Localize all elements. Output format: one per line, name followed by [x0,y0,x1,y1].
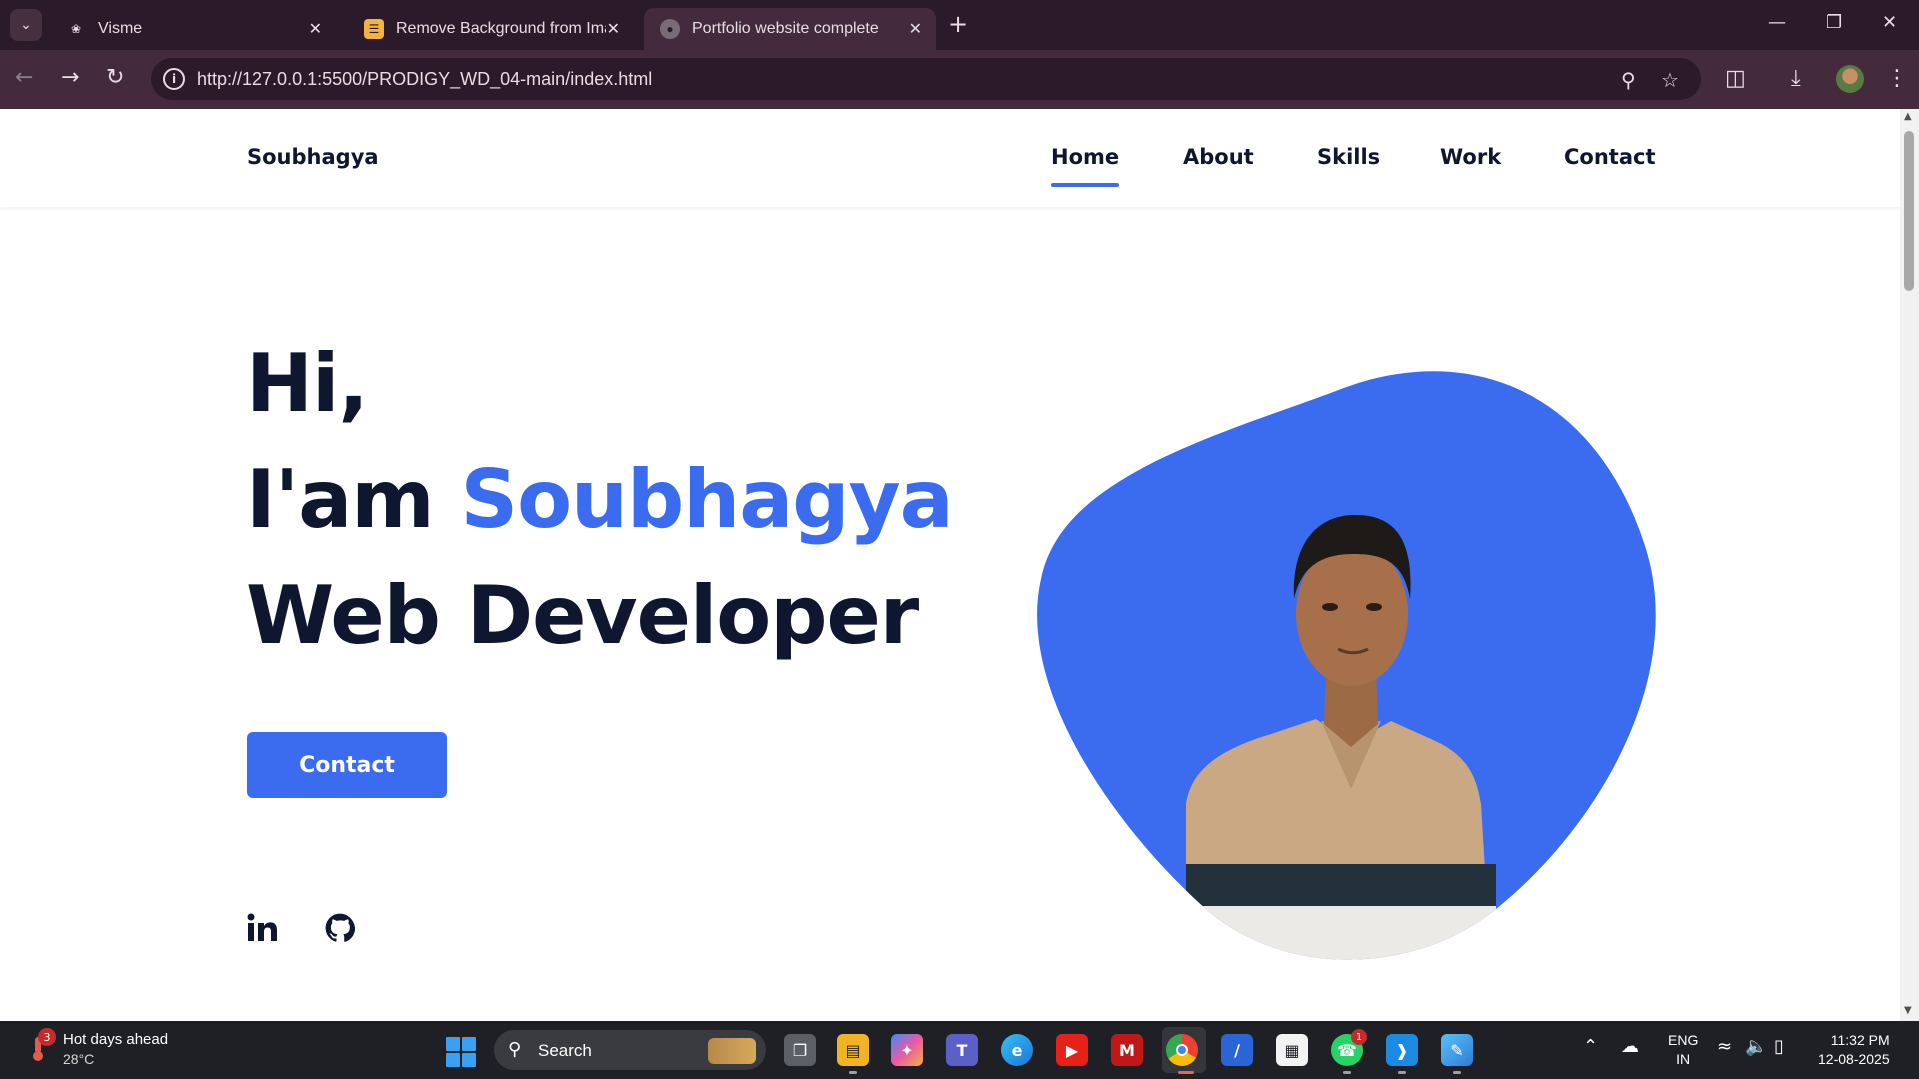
weather-alert-badge: 3 [38,1028,56,1046]
minimize-icon[interactable]: — [1768,12,1786,33]
search-icon: ⚲ [508,1039,522,1060]
contact-button[interactable]: Contact [247,732,447,798]
new-tab-button[interactable]: + [948,12,968,36]
youtube-icon[interactable]: ▶ [1056,1034,1088,1066]
microsoft-store-icon[interactable]: ▦ [1276,1034,1308,1066]
paint-icon[interactable]: ✎ [1441,1034,1473,1066]
close-tab-icon[interactable]: ✕ [607,19,620,39]
hero-greeting: Hi, [246,337,369,430]
edge-icon[interactable]: e [1001,1034,1033,1066]
taskbar-search[interactable]: ⚲ Search [494,1030,766,1070]
task-view-icon[interactable]: ❐ [784,1034,816,1066]
close-tab-icon[interactable]: ✕ [909,19,922,39]
remote-desktop-icon[interactable]: ∕ [1221,1034,1253,1066]
nav-contact[interactable]: Contact [1564,145,1656,169]
back-icon[interactable]: ← [15,66,33,90]
profile-avatar[interactable] [1836,65,1864,93]
close-icon[interactable]: ✕ [1882,12,1897,33]
download-icon[interactable]: ⤓ [1791,66,1801,91]
app-running-indicator [1398,1071,1406,1074]
star-icon[interactable]: ☆ [1661,68,1679,92]
clock-date: 12-08-2025 [1818,1051,1890,1067]
vscode-icon[interactable]: ❱ [1386,1034,1418,1066]
remove-bg-favicon-icon: ☰ [364,19,384,39]
site-info-icon[interactable]: i [163,68,185,90]
tab-search-icon[interactable]: ⌄ [10,9,42,41]
weather-title: Hot days ahead [63,1031,169,1048]
site-logo[interactable]: Soubhagya [247,145,379,169]
hero-name: Soubhagya [460,453,953,546]
mcafee-icon[interactable]: M [1111,1034,1143,1066]
nav-skills[interactable]: Skills [1317,145,1380,169]
scroll-down-icon[interactable]: ▼ [1904,1005,1912,1016]
hero-role: Web Developer [246,569,919,662]
close-tab-icon[interactable]: ✕ [309,19,322,39]
search-label: Search [538,1041,592,1060]
app-running-indicator [1343,1071,1351,1074]
clock-time: 11:32 PM [1830,1032,1890,1048]
scroll-thumb[interactable] [1904,131,1914,291]
page-viewport: Soubhagya Home About Skills Work Contact… [0,109,1900,1021]
app-running-indicator [849,1071,857,1074]
tab-portfolio[interactable]: ● Portfolio website complete ✕ [644,8,936,50]
language-indicator[interactable]: ENG IN [1668,1031,1698,1069]
scroll-up-icon[interactable]: ▲ [1904,111,1912,122]
wifi-icon[interactable]: ≈ [1717,1036,1732,1057]
teams-icon[interactable]: T [946,1034,978,1066]
zoom-icon[interactable]: ⚲ [1621,68,1636,92]
forward-icon[interactable]: → [61,66,79,90]
reload-icon[interactable]: ↻ [106,66,124,90]
nav-home[interactable]: Home [1051,145,1120,187]
battery-icon[interactable]: ▯ [1774,1036,1784,1057]
system-clock[interactable]: 11:32 PM 12-08-2025 [1818,1031,1890,1069]
address-bar[interactable]: i http://127.0.0.1:5500/PRODIGY_WD_04-ma… [151,58,1701,100]
menu-icon[interactable]: ⋮ [1886,66,1908,91]
whatsapp-badge: 1 [1351,1029,1367,1045]
hero-intro-prefix: I'am [246,453,461,546]
chrome-icon[interactable] [1166,1034,1198,1066]
windows-start-icon[interactable] [446,1037,476,1067]
copilot-icon[interactable]: ✦ [891,1034,923,1066]
windows-taskbar: 3 Hot days ahead 28°C ⚲ Search ❐ ▤ ✦ T e… [0,1021,1919,1079]
search-highlight-image [708,1038,756,1064]
url-text[interactable]: http://127.0.0.1:5500/PRODIGY_WD_04-main… [197,69,652,90]
tab-title: Remove Background from Imag [396,20,606,37]
app-running-indicator [1453,1071,1461,1074]
tab-remove-background[interactable]: ☰ Remove Background from Imag ✕ [348,8,634,50]
visme-favicon-icon: ❀ [66,19,86,39]
globe-favicon-icon: ● [660,19,680,39]
extensions-icon[interactable]: ◫ [1725,66,1746,91]
weather-temp: 28°C [63,1051,95,1067]
file-explorer-icon[interactable]: ▤ [837,1034,869,1066]
page-scrollbar[interactable]: ▲ ▼ [1900,109,1919,1021]
tab-title: Portfolio website complete [692,20,879,37]
show-hidden-icons-icon[interactable]: ⌃ [1583,1036,1598,1057]
github-icon[interactable] [325,913,356,947]
onedrive-icon[interactable]: ☁ [1621,1036,1639,1057]
browser-tab-bar: ⌄ ❀ Visme ✕ ☰ Remove Background from Ima… [0,0,1919,50]
tab-title: Visme [98,20,143,37]
hero-intro: I'am Soubhagya [246,453,954,546]
chrome-center [1176,1044,1188,1056]
nav-work[interactable]: Work [1440,145,1501,169]
linkedin-icon[interactable] [246,913,278,947]
site-header: Soubhagya Home About Skills Work Contact [0,109,1900,207]
browser-toolbar: ← → ↻ i http://127.0.0.1:5500/PRODIGY_WD… [0,50,1919,109]
hero-image-blob [1037,371,1656,960]
volume-icon[interactable]: 🔈 [1745,1036,1767,1057]
nav-about[interactable]: About [1183,145,1254,169]
tab-visme[interactable]: ❀ Visme ✕ [50,8,336,50]
language-code: ENG [1668,1032,1699,1048]
region-code: IN [1676,1051,1691,1067]
app-active-indicator [1178,1071,1194,1074]
restore-icon[interactable]: ❐ [1826,12,1842,33]
